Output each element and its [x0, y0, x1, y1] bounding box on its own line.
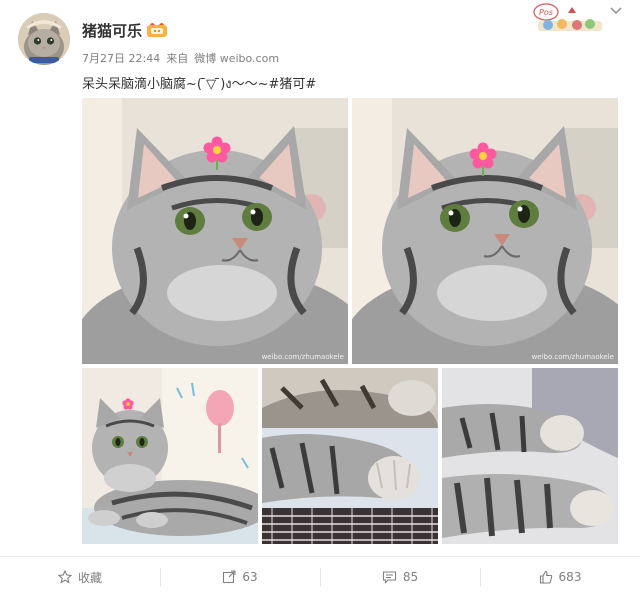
cat-photo-image [352, 98, 618, 364]
comment-button[interactable]: 85 [320, 557, 480, 597]
thumbs-up-icon [539, 570, 552, 584]
post-text: 呆头呆脑滴小脑腐~( ̄▽ ̄)ง〜〜~#猪可# [82, 77, 317, 92]
username[interactable]: 猪猫可乐 [82, 20, 142, 41]
post-timestamp[interactable]: 7月27日 22:44 [82, 52, 160, 65]
action-bar: 收藏 63 85 683 [0, 556, 640, 597]
post-meta: 7月27日 22:44 来自 微博 weibo.com [82, 50, 285, 66]
repost-button[interactable]: 63 [160, 557, 320, 597]
photo-2[interactable]: weibo.com/zhumaokele [352, 98, 618, 364]
post-source[interactable]: 微博 weibo.com [194, 52, 279, 65]
comment-count: 85 [402, 570, 419, 584]
photo-1[interactable]: weibo.com/zhumaokele [82, 98, 348, 364]
like-count: 683 [558, 570, 582, 584]
weibo-post-card: 猪猫可乐 7月27日 22:44 来自 微博 weibo.com Pos 呆头呆脑滴… [0, 0, 640, 596]
repost-count: 63 [242, 570, 258, 584]
like-button[interactable]: 683 [480, 557, 640, 597]
comment-icon [382, 571, 396, 584]
cat-avatar-icon [18, 13, 70, 65]
repost-icon [223, 570, 236, 584]
cat-photo-image [82, 368, 258, 544]
svg-text:Pos: Pos [539, 8, 553, 17]
chevron-down-icon[interactable] [610, 7, 622, 15]
watermark: weibo.com/zhumaokele [261, 353, 344, 361]
favorite-label: 收藏 [77, 570, 102, 585]
watermark: weibo.com/zhumaokele [531, 353, 614, 361]
photo-4[interactable] [262, 368, 438, 544]
cat-paw-image [442, 368, 618, 544]
vip-badge-icon[interactable] [146, 21, 168, 38]
favorite-button[interactable]: 收藏 [0, 557, 160, 597]
cat-paws-image [262, 368, 438, 544]
from-label: 来自 [166, 52, 189, 65]
photo-3[interactable] [82, 368, 258, 544]
cat-photo-image [82, 98, 348, 364]
photo-5[interactable] [442, 368, 618, 544]
avatar[interactable] [18, 13, 70, 65]
star-icon [57, 570, 72, 584]
decoration-sticker-icon: Pos [533, 3, 602, 31]
